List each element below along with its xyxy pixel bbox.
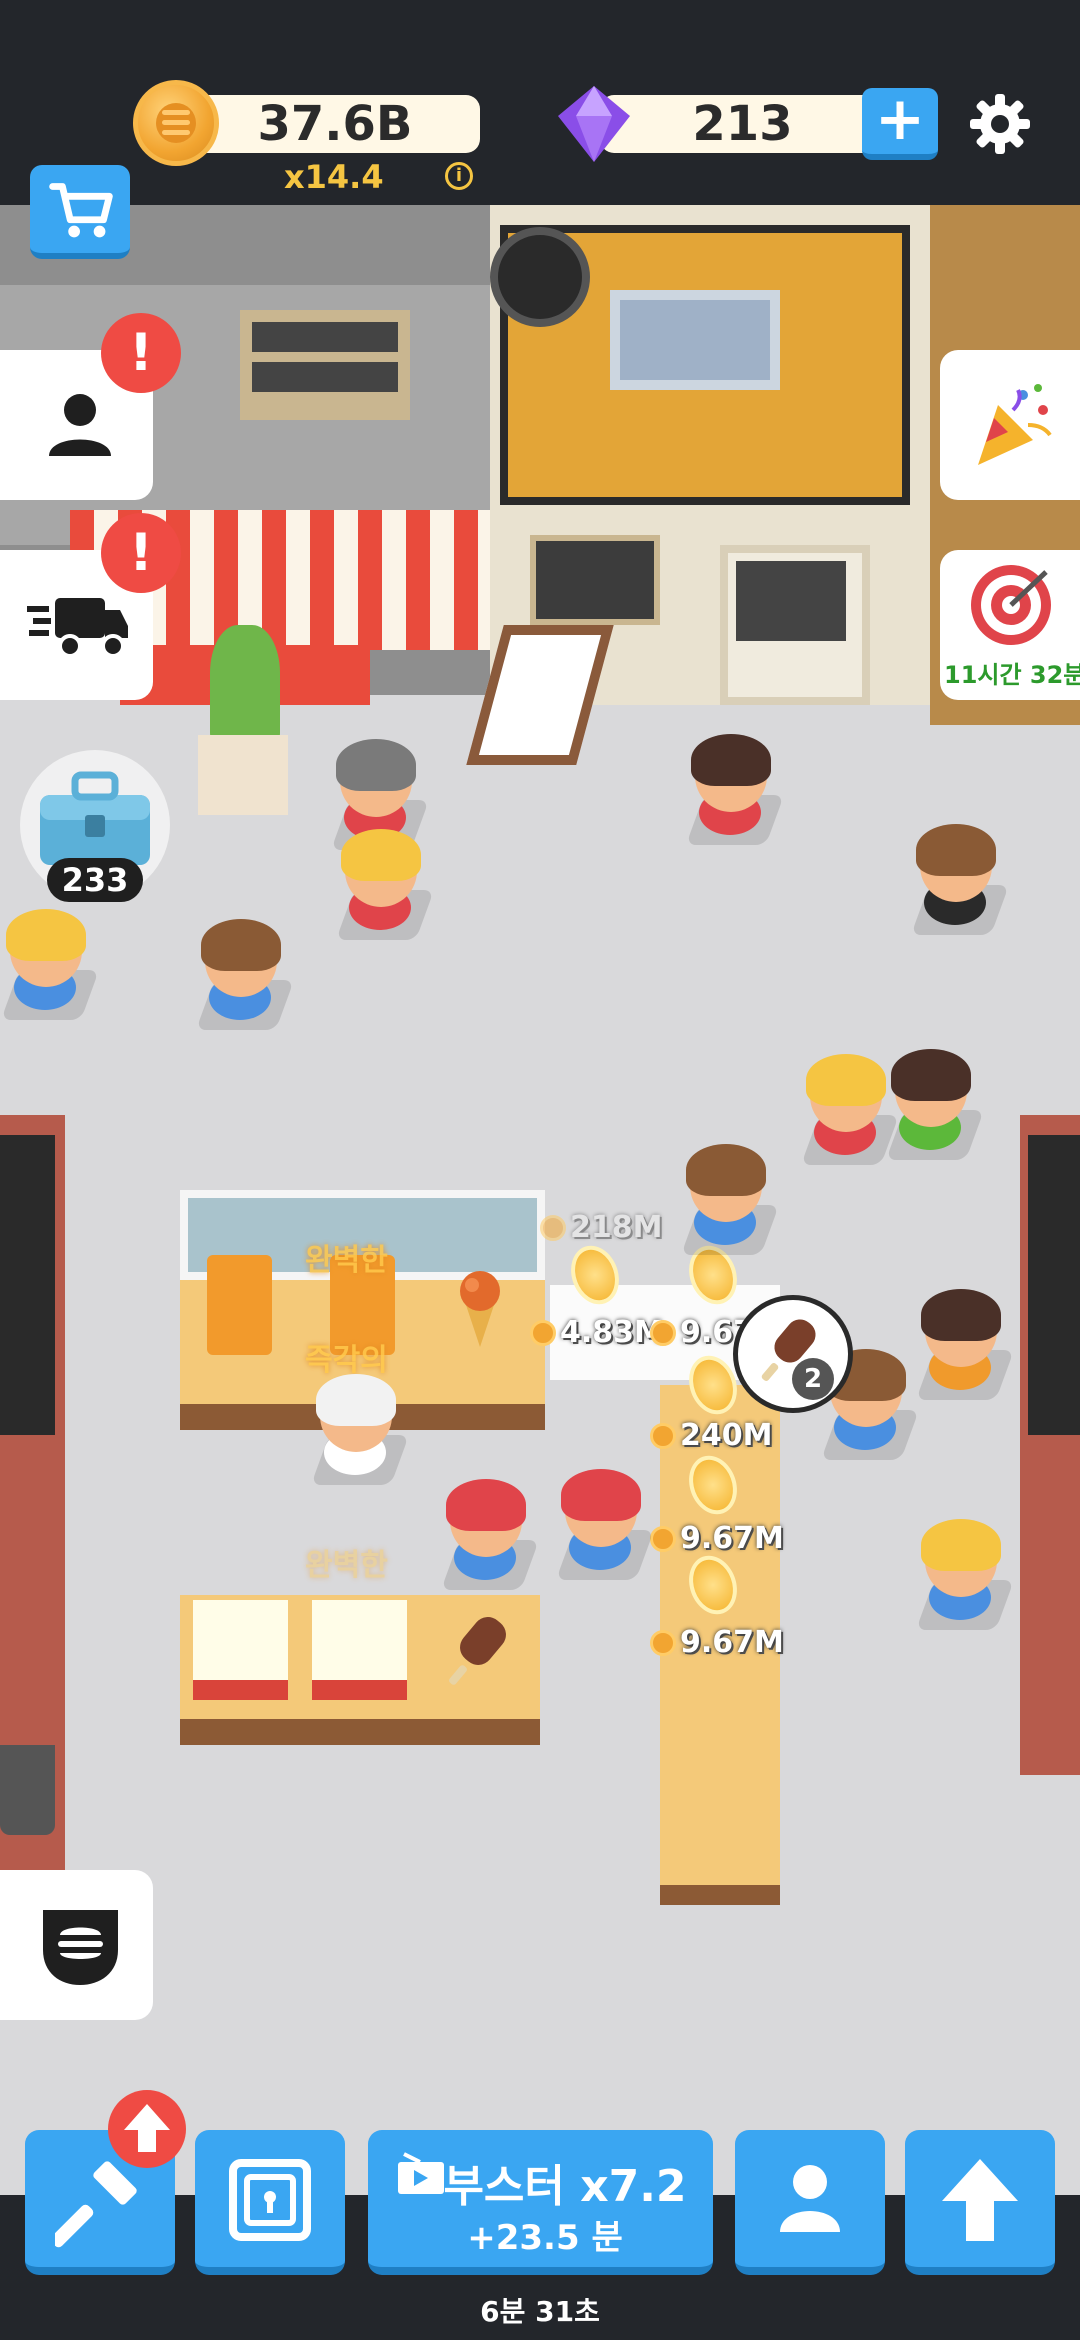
hammer-icon <box>55 2161 137 2248</box>
floating-bonus-text: 즉각의 <box>305 1343 388 1378</box>
potted-plant <box>210 625 280 745</box>
staff-button[interactable] <box>735 2130 885 2275</box>
upgrade-arrow-icon <box>942 2159 1018 2241</box>
party-popper-icon <box>978 384 1052 465</box>
vault-button[interactable] <box>195 2130 345 2275</box>
info-icon[interactable]: i <box>445 162 473 190</box>
coin-value-label: 9.67M <box>650 1521 784 1556</box>
ice-cream-machine <box>207 1255 272 1355</box>
coin-value-label: 4.83M <box>530 1315 664 1350</box>
arrow-up-icon <box>124 2104 170 2152</box>
popsicle-icon <box>449 1617 506 1685</box>
menu-board <box>530 535 660 625</box>
event-timer: 11시간 32분 <box>944 661 1080 689</box>
settings-gear-icon[interactable] <box>968 92 1032 156</box>
staff-icon <box>780 2165 840 2232</box>
vault-icon <box>229 2159 311 2241</box>
building-door <box>720 545 870 705</box>
booster-label: 부스터 x7.2 <box>443 2161 687 2212</box>
coin-value-label: 240M <box>650 1418 772 1453</box>
income-multiplier: x14.4 <box>284 158 384 196</box>
building-window <box>240 310 410 420</box>
ice-cream-cone-icon <box>460 1271 500 1347</box>
chest-count-badge: 233 <box>47 858 143 902</box>
trash-bin <box>0 1745 55 1835</box>
target-icon <box>971 565 1051 645</box>
buy-gems-button[interactable]: + <box>862 88 938 160</box>
coin-icon <box>133 80 219 166</box>
booster-countdown: 6분 31초 <box>480 2295 600 2328</box>
booster-time: +23.5 분 <box>467 2218 623 2258</box>
floating-bonus-text: 완벽한 <box>305 1243 388 1278</box>
upgrade-available-badge <box>108 2090 186 2168</box>
popsicle-freezer <box>312 1600 407 1700</box>
popsicle-freezer <box>193 1600 288 1700</box>
wall-right <box>1020 1115 1080 1775</box>
order-bubble <box>733 1295 853 1413</box>
upgrade-button[interactable] <box>905 2130 1055 2275</box>
gem-icon <box>558 86 630 162</box>
burger-menu-button[interactable] <box>0 1870 153 2020</box>
delivery-truck-icon <box>27 598 128 658</box>
alert-badge: ! <box>101 513 181 593</box>
coin-value-label: 218M <box>540 1210 662 1245</box>
coin-value-label: 9.67M <box>650 1625 784 1660</box>
building-window <box>610 290 780 390</box>
top-hud: 37.6B x14.4 i 213 + <box>0 0 1080 205</box>
shop-cart-button[interactable] <box>30 165 130 259</box>
burger-icon <box>43 1910 118 1985</box>
alert-badge: ! <box>101 313 181 393</box>
plant-pot <box>198 735 288 815</box>
game-scene[interactable]: 완벽한 즉각의 완벽한 218M 4.83M 9.67M 240M 9.67M … <box>0 205 1080 2195</box>
cart-icon <box>49 183 113 238</box>
round-window <box>490 227 590 327</box>
gem-counter: 213 <box>692 96 793 152</box>
profile-icon <box>49 394 111 456</box>
floating-bonus-text: 완벽한 <box>305 1548 388 1583</box>
coin-counter: 37.6B <box>257 96 413 152</box>
party-event-button[interactable] <box>940 350 1080 500</box>
popsicle-icon <box>761 1319 816 1382</box>
order-count-badge: 2 <box>792 1358 834 1400</box>
